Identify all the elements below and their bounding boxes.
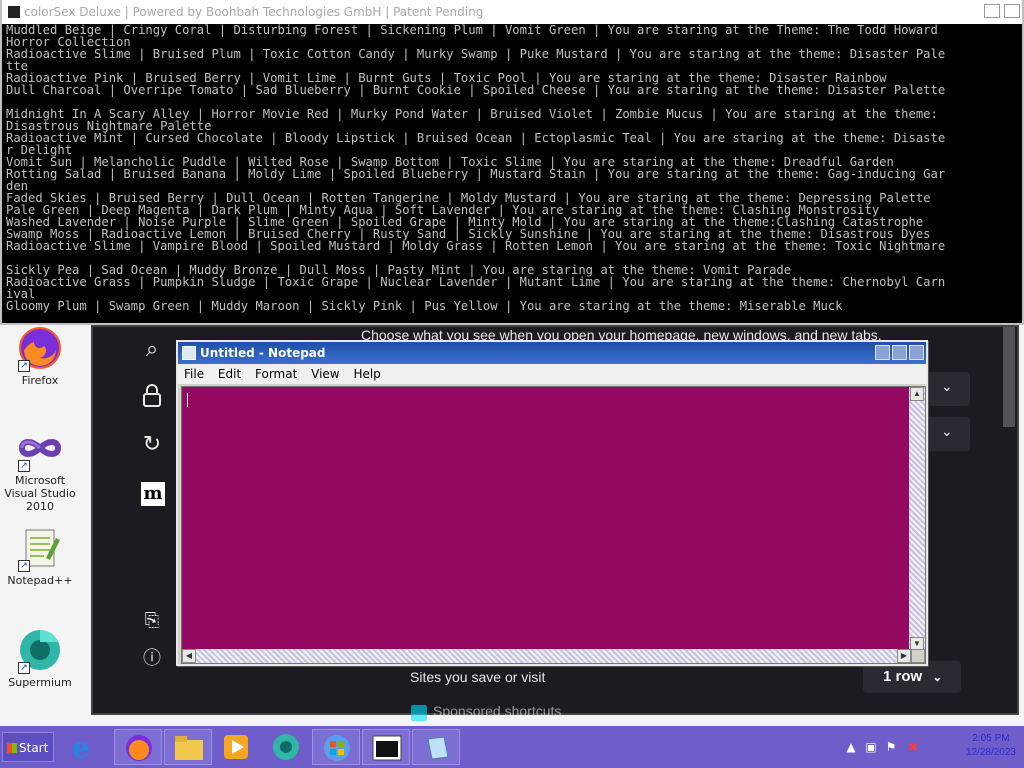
desktop-icon-notepadpp[interactable]: ↗ Notepad++ [0,524,80,587]
clock-date: 12/28/2023 [965,747,1016,758]
console-line: Muddled Beige | Cringy Coral | Disturbin… [6,24,938,37]
firefox-scrollbar[interactable] [1003,327,1015,427]
console-line: Radioactive Slime | Vampire Blood | Spoi… [6,239,946,253]
volume-muted-icon[interactable]: ✖ [906,740,920,754]
console-icon [372,735,402,761]
console-line: Radioactive Grass | Pumpkin Sludge | Tox… [6,275,946,289]
show-hidden-icons-icon[interactable]: ▲ [844,740,858,754]
extensions-icon[interactable]: ⎘ [138,607,166,635]
desktop-icon-firefox[interactable]: ↗ Firefox [0,324,80,387]
supermium-icon [273,734,299,760]
explorer-icon [175,736,203,760]
desktop-icon-visual-studio[interactable]: ↗ Microsoft Visual Studio 2010 [0,424,80,513]
console-output: Muddled Beige | Cringy Coral | Disturbin… [2,24,1022,322]
close-button[interactable] [1004,4,1020,18]
taskbar-item-windows[interactable] [312,729,360,765]
menu-view[interactable]: View [311,367,339,381]
console-window[interactable]: colorSex Deluxe | Powered by Boohbah Tec… [0,0,1024,325]
desktop-icon-supermium[interactable]: ↗ Supermium [0,626,80,689]
notepad-icon [427,736,449,760]
notepad-menubar: File Edit Format View Help [178,364,926,384]
menu-edit[interactable]: Edit [218,367,241,381]
windows-flag-icon [7,743,17,753]
menu-format[interactable]: Format [255,367,297,381]
scroll-left-button[interactable]: ◀ [182,649,196,663]
chevron-down-icon: ⌄ [941,378,953,394]
more-from-mozilla-icon[interactable]: m [141,482,165,506]
newtab-dropdown[interactable]: ⌄ [925,417,970,451]
desktop-icon-label: Supermium [8,676,72,689]
notepad-title: Untitled - Notepad [200,346,326,360]
network-icon[interactable]: ▣ [864,740,878,754]
desktop: Choose what you see when you open your h… [0,0,1024,726]
visual-studio-icon: ↗ [16,424,64,472]
chevron-down-icon: ⌄ [932,670,943,684]
media-player-icon [224,735,248,759]
notepad-titlebar[interactable]: Untitled - Notepad [178,342,926,364]
desktop-icon-label: Microsoft Visual Studio 2010 [4,474,76,513]
notepad-window[interactable]: Untitled - Notepad File Edit Format View… [176,340,928,666]
desktop-icon-label: Firefox [21,374,59,387]
start-label: Start [19,741,49,755]
lock-icon[interactable] [138,384,166,412]
chevron-down-icon: ⌄ [941,423,953,439]
menu-help[interactable]: Help [353,367,380,381]
shortcut-arrow-icon: ↗ [18,360,30,372]
console-title: colorSex Deluxe | Powered by Boohbah Tec… [24,5,484,19]
clock-time: 2:05 PM [972,733,1010,744]
size-grip[interactable] [911,649,925,663]
maximize-button[interactable] [984,4,1000,18]
minimize-button[interactable] [875,345,890,360]
sites-label: Sites you save or visit [410,669,546,685]
vertical-scrollbar[interactable]: ▲ ▼ [909,387,925,651]
firefox-icon: ↗ [16,324,64,372]
menu-file[interactable]: File [184,367,204,381]
console-line: Dull Charcoal | Overripe Tomato | Sad Bl… [6,83,946,97]
shortcut-arrow-icon: ↗ [18,460,30,472]
taskbar-item-console[interactable] [362,729,410,765]
sponsored-checkbox[interactable] [411,705,427,721]
sync-icon[interactable]: ↻ [138,431,166,459]
homepage-dropdown[interactable]: ⌄ [925,372,970,406]
taskbar-item-media-player[interactable] [212,729,260,765]
sponsored-label: Sponsored shortcuts [433,703,562,719]
taskbar-item-explorer[interactable] [164,729,212,765]
system-tray: ▲ ▣ ⚑ ✖ 2:05 PM 12/28/2023 [840,730,1020,764]
firefox-icon [126,735,152,761]
taskbar-item-notepad[interactable] [412,729,460,765]
search-icon[interactable]: ⌕ [138,336,166,364]
ie-icon: e [72,731,90,764]
start-button[interactable]: Start [2,732,54,762]
console-line: Radioactive Slime | Bruised Plum | Toxic… [6,47,946,61]
action-center-flag-icon[interactable]: ⚑ [884,740,898,754]
notepad-text-area[interactable]: ▲ ▼ ◀ ▶ [181,386,926,664]
notepad-app-icon [182,346,196,360]
scroll-up-button[interactable]: ▲ [910,387,924,401]
taskbar-item-supermium[interactable] [262,729,310,765]
console-titlebar[interactable]: colorSex Deluxe | Powered by Boohbah Tec… [2,0,1022,24]
taskbar: Start e ▲ ▣ ⚑ ✖ 2:05 PM 12/28/2023 [0,726,1024,768]
notepadpp-icon: ↗ [16,524,64,572]
shortcut-arrow-icon: ↗ [18,662,30,674]
desktop-icon-label: Notepad++ [7,574,73,587]
console-line: Radioactive Mint | Cursed Chocolate | Bl… [6,131,946,145]
close-button[interactable] [909,345,924,360]
help-icon[interactable]: ⓘ [138,645,166,673]
rows-select-value: 1 row [883,668,923,685]
scroll-right-button[interactable]: ▶ [897,649,911,663]
taskbar-item-ie[interactable]: e [64,729,112,765]
console-line: Rotting Salad | Bruised Banana | Moldy L… [6,167,946,181]
text-caret [187,393,188,407]
shortcut-arrow-icon: ↗ [18,560,30,572]
maximize-button[interactable] [892,345,907,360]
taskbar-item-firefox[interactable] [114,729,162,765]
console-app-icon [8,6,20,18]
windows-logo-icon [324,735,350,761]
clock[interactable]: 2:05 PM 12/28/2023 [966,732,1016,760]
console-line: Gloomy Plum | Swamp Green | Muddy Maroon… [6,299,843,313]
supermium-icon: ↗ [16,626,64,674]
horizontal-scrollbar[interactable]: ◀ ▶ [182,649,911,663]
